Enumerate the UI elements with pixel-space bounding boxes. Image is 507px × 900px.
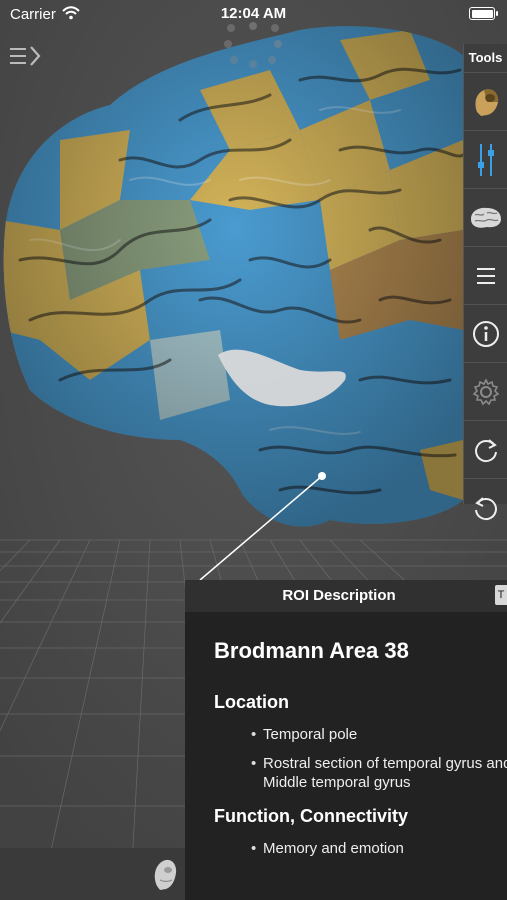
roi-marker[interactable]: [318, 472, 326, 480]
roi-location-list: Temporal pole Rostral section of tempora…: [251, 725, 507, 792]
list-icon: [476, 267, 495, 284]
tool-brain-button[interactable]: [464, 188, 507, 246]
sliders-icon: [477, 143, 494, 176]
activity-spinner-icon: [224, 22, 282, 68]
roi-title: Brodmann Area 38: [214, 638, 409, 663]
head-model-icon: [474, 88, 498, 116]
tool-rotate-clockwise-button[interactable]: [464, 420, 507, 478]
gear-icon: [472, 377, 499, 405]
brain-icon: [470, 207, 501, 228]
tool-sliders-button[interactable]: [464, 130, 507, 188]
battery-icon: [469, 7, 498, 20]
roi-section-heading-function: Function, Connectivity: [214, 806, 409, 826]
roi-panel-tab[interactable]: T: [495, 585, 507, 605]
head-thumbnail-icon[interactable]: [152, 856, 178, 892]
clock: 12:04 AM: [220, 5, 287, 22]
roi-panel-body: Brodmann Area 38 Location Temporal pole …: [185, 612, 507, 858]
tool-list-button[interactable]: [464, 246, 507, 304]
sidebar-toggle-icon[interactable]: [8, 44, 42, 68]
tool-head-model-button[interactable]: [464, 72, 507, 130]
battery-level: [471, 9, 493, 18]
tools-label: Tools: [468, 50, 503, 65]
info-icon: [472, 320, 499, 347]
roi-function-list: Memory and emotion: [251, 839, 507, 858]
roi-section-heading-location: Location: [214, 692, 289, 712]
tool-info-button[interactable]: [464, 304, 507, 362]
list-item: Memory and emotion: [251, 839, 507, 858]
list-item: Rostral section of temporal gyrus and Mi…: [251, 754, 507, 792]
rotate-clockwise-icon: [474, 438, 497, 462]
tool-rotate-counterclockwise-button[interactable]: [464, 478, 507, 536]
bottom-toolbar: [0, 848, 185, 900]
roi-description-panel: ROI Description T Brodmann Area 38 Locat…: [185, 580, 507, 900]
rotate-counterclockwise-icon: [474, 496, 497, 520]
list-item: Temporal pole: [251, 725, 507, 744]
tool-settings-button[interactable]: [464, 362, 507, 420]
tools-panel: Tools: [463, 44, 507, 520]
roi-panel-header: ROI Description: [185, 580, 507, 612]
